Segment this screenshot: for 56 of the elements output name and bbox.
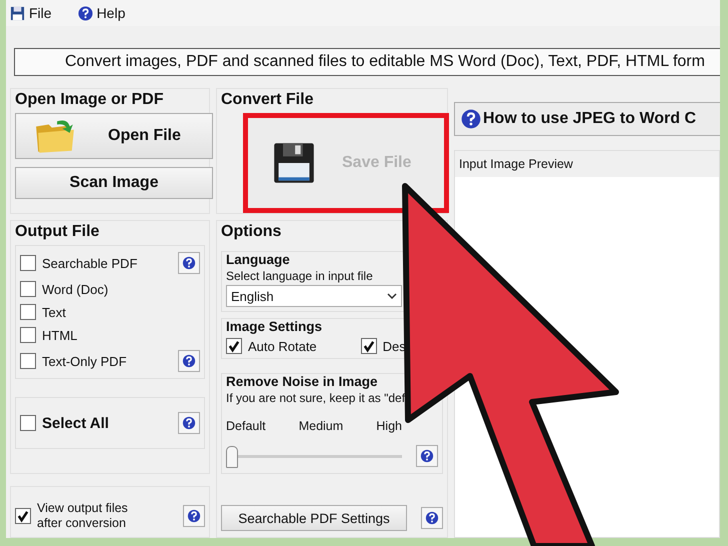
- checkbox[interactable]: [15, 508, 31, 524]
- checkbox-label: Select All: [42, 414, 109, 432]
- section-title: Language: [226, 252, 291, 267]
- settings-button[interactable]: Searchable PDF Settings: [221, 505, 407, 531]
- help-icon: [78, 6, 93, 20]
- checkbox[interactable]: [20, 353, 36, 369]
- section-title: Image Settings: [226, 319, 324, 334]
- help-button[interactable]: [416, 445, 438, 467]
- group-title: Options: [221, 223, 282, 241]
- folder-icon: [34, 118, 76, 154]
- checkbox[interactable]: [20, 304, 36, 320]
- menu-item[interactable]: Help: [78, 5, 126, 21]
- chevron-down-icon: [387, 293, 397, 299]
- help-icon: [182, 416, 196, 430]
- checkbox-label: Auto Rotate: [248, 338, 317, 354]
- slider-thumb[interactable]: [226, 446, 238, 468]
- help-icon: [425, 511, 439, 525]
- hint-text: If you are not sure, keep it as "def: [226, 391, 406, 405]
- checkbox-label: Text-Only PDF: [42, 354, 127, 368]
- checkbox-label: Word (Doc): [42, 282, 108, 296]
- group-title: Output File: [15, 223, 100, 241]
- banner-text: Convert images, PDF and scanned files to editable MS Word (Doc), Text, PDF, HTML form: [14, 48, 720, 76]
- checkbox[interactable]: [20, 327, 36, 343]
- help-link[interactable]: How to use JPEG to Word C: [454, 102, 720, 136]
- action-button[interactable]: Open File: [15, 113, 213, 159]
- help-icon: [182, 354, 196, 368]
- hint-text: Select language in input file: [226, 269, 374, 283]
- menu-item[interactable]: File: [10, 5, 52, 21]
- language-dropdown[interactable]: English: [226, 285, 402, 307]
- action-button[interactable]: Scan Image: [15, 167, 213, 199]
- checkbox-label: Searchable PDF: [42, 256, 138, 270]
- help-icon: [182, 256, 196, 270]
- checkbox[interactable]: [20, 415, 36, 431]
- group-title: Open Image or PDF: [15, 91, 164, 109]
- help-icon: [420, 449, 434, 463]
- checkbox[interactable]: [20, 281, 36, 297]
- checkbox[interactable]: [360, 338, 377, 354]
- checkbox-label: HTML: [42, 328, 78, 342]
- group-title: Input Image Preview: [458, 156, 574, 173]
- help-button[interactable]: [178, 350, 200, 372]
- help-button[interactable]: [421, 507, 443, 529]
- checkbox[interactable]: [20, 255, 36, 271]
- section-title: Remove Noise in Image: [226, 374, 379, 389]
- checkbox[interactable]: [226, 338, 242, 354]
- help-icon: [187, 509, 201, 523]
- checkbox-label: Text: [42, 304, 66, 320]
- checkbox-label: View output files after conversion: [37, 501, 129, 531]
- help-button[interactable]: [178, 252, 200, 274]
- slider-tick-label: Default: [226, 419, 266, 433]
- slider-tick-label: High: [376, 419, 402, 433]
- help-icon: [461, 109, 481, 129]
- help-link-text[interactable]: How to use JPEG to Word C: [483, 110, 696, 128]
- group-title: Convert File: [221, 91, 314, 109]
- slider-tick-label: Medium: [298, 419, 344, 433]
- help-button[interactable]: [183, 505, 205, 527]
- help-button[interactable]: [178, 412, 200, 434]
